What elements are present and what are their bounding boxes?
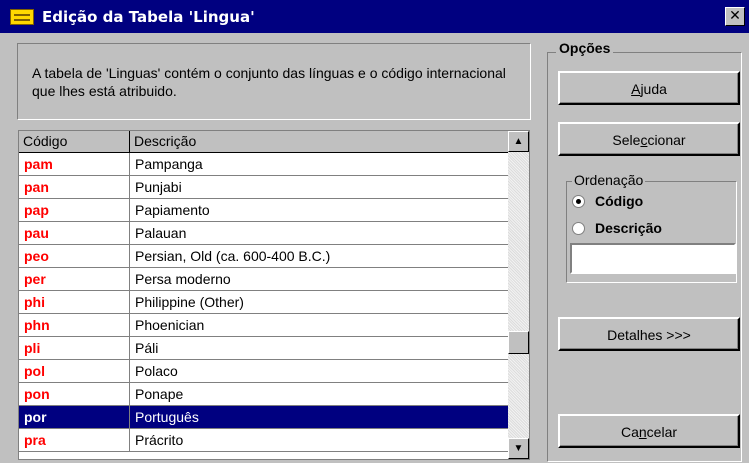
help-button[interactable]: Ajuda — [558, 71, 740, 105]
scroll-up-button[interactable]: ▲ — [508, 131, 529, 152]
cancel-label-post: celar — [646, 424, 678, 440]
table-row[interactable]: pon Ponape — [19, 383, 509, 406]
select-label-pre: Sele — [612, 132, 641, 148]
cell-description: Prácrito — [130, 429, 509, 451]
cell-code: pra — [19, 429, 130, 451]
cell-code: peo — [19, 245, 130, 267]
select-label-post: cionar — [647, 132, 686, 148]
cell-description: Polaco — [130, 360, 509, 382]
sort-by-description-label: Descrição — [595, 220, 662, 236]
grid-rows: pam Pampanga pan Punjabi pap Papiamento pau Pal… — [19, 153, 509, 452]
sort-by-code-label: Código — [595, 193, 644, 209]
cell-description: Phoenician — [130, 314, 509, 336]
close-button[interactable]: ✕ — [725, 7, 745, 26]
table-row[interactable]: phi Philippine (Other) — [19, 291, 509, 314]
cell-code: pau — [19, 222, 130, 244]
help-label-post: juda — [640, 81, 667, 97]
table-row[interactable]: per Persa moderno — [19, 268, 509, 291]
cell-description: Páli — [130, 337, 509, 359]
table-row[interactable]: pli Páli — [19, 337, 509, 360]
cell-code: pol — [19, 360, 130, 382]
grid-header: Código Descrição — [19, 131, 509, 153]
cell-code: por — [19, 406, 130, 428]
table-row[interactable]: pap Papiamento — [19, 199, 509, 222]
table-icon — [10, 8, 34, 25]
table-row[interactable]: phn Phoenician — [19, 314, 509, 337]
cell-description: Pampanga — [130, 153, 509, 175]
cell-code: phn — [19, 314, 130, 336]
column-header-code[interactable]: Código — [19, 131, 130, 152]
cell-code: pam — [19, 153, 130, 175]
cell-code: pan — [19, 176, 130, 198]
cell-description: Philippine (Other) — [130, 291, 509, 313]
cell-description: Ponape — [130, 383, 509, 405]
languages-grid[interactable]: Código Descrição pam Pampanga pan Punjabi pa… — [18, 130, 530, 460]
select-button[interactable]: Seleccionar — [558, 122, 740, 156]
info-text: A tabela de 'Linguas' contém o conjunto … — [32, 65, 506, 99]
cell-description: Papiamento — [130, 199, 509, 221]
sort-group-title: Ordenação — [572, 172, 646, 188]
cell-code: pli — [19, 337, 130, 359]
sort-search-input[interactable] — [570, 243, 736, 274]
table-row[interactable]: pan Punjabi — [19, 176, 509, 199]
cancel-label-pre: Ca — [620, 424, 639, 440]
cell-code: per — [19, 268, 130, 290]
title-bar: Edição da Tabela 'Lingua' ✕ — [0, 0, 749, 33]
table-row[interactable]: pra Prácrito — [19, 429, 509, 452]
cell-code: phi — [19, 291, 130, 313]
options-group-title: Opções — [556, 40, 614, 56]
radio-unchecked-icon — [572, 221, 585, 235]
cell-code: pon — [19, 383, 130, 405]
table-row[interactable]: peo Persian, Old (ca. 600-400 B.C.) — [19, 245, 509, 268]
cell-description: Persian, Old (ca. 600-400 B.C.) — [130, 245, 509, 267]
table-row[interactable]: pol Polaco — [19, 360, 509, 383]
table-row[interactable]: pau Palauan — [19, 222, 509, 245]
cell-description: Punjabi — [130, 176, 509, 198]
info-panel: A tabela de 'Linguas' contém o conjunto … — [17, 43, 531, 120]
cell-description: Português — [130, 406, 509, 428]
cancel-label-accel: n — [638, 424, 647, 440]
table-row[interactable]: pam Pampanga — [19, 153, 509, 176]
cancel-button[interactable]: Cancelar — [558, 414, 740, 448]
column-header-description[interactable]: Descrição — [130, 131, 509, 152]
sort-by-description-radio[interactable]: Descrição — [572, 220, 662, 236]
vertical-scrollbar[interactable]: ▲ ▼ — [508, 131, 529, 459]
scrollbar-thumb[interactable] — [508, 331, 529, 354]
scroll-down-button[interactable]: ▼ — [508, 438, 529, 459]
cell-description: Palauan — [130, 222, 509, 244]
table-row[interactable]: por Português — [19, 406, 509, 429]
cell-description: Persa moderno — [130, 268, 509, 290]
cell-code: pap — [19, 199, 130, 221]
details-button[interactable]: Detalhes >>> — [558, 317, 740, 351]
radio-checked-icon — [572, 194, 585, 208]
sort-by-code-radio[interactable]: Código — [572, 193, 643, 209]
window-title: Edição da Tabela 'Lingua' — [42, 7, 255, 26]
